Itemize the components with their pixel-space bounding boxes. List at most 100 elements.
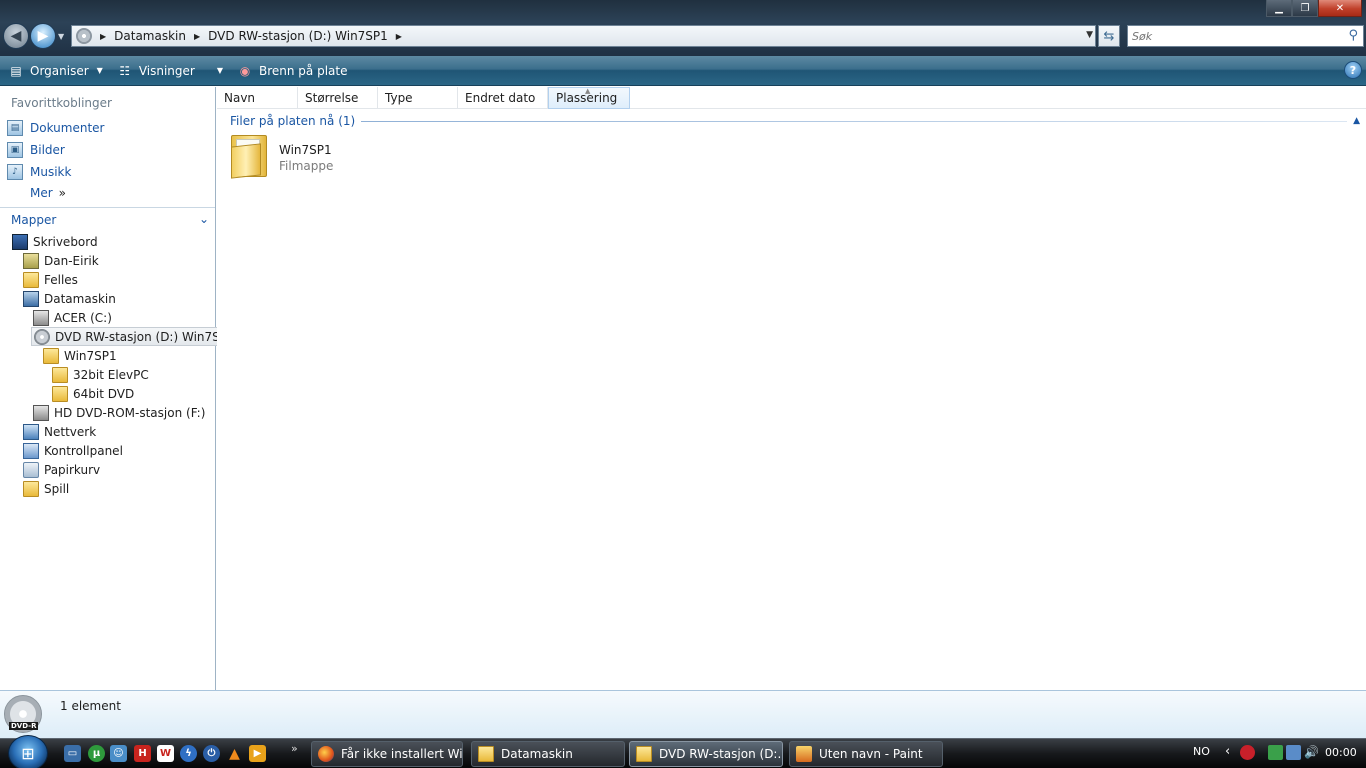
language-indicator[interactable]: NO <box>1193 745 1210 758</box>
sort-indicator-icon: ▲ <box>585 87 591 95</box>
tree-item-label: Kontrollpanel <box>44 443 123 458</box>
tree-item-32bit[interactable]: 32bit ElevPC <box>52 365 149 384</box>
tray-expand-icon[interactable]: ‹ <box>1225 744 1230 759</box>
refresh-button[interactable]: ⇆ <box>1098 25 1120 47</box>
tree-item-drive-c[interactable]: ACER (C:) <box>33 308 112 327</box>
tree-item-win7sp1[interactable]: Win7SP1 <box>43 346 117 365</box>
group-header[interactable]: Filer på platen nå (1) ▲ <box>230 113 1360 129</box>
tree-item-label: Felles <box>44 272 78 287</box>
views-icon: ☷ <box>119 63 131 78</box>
disc-icon <box>34 328 50 345</box>
tree-item-label: DVD RW-stasjon (D:) Win7SP1 <box>55 329 235 344</box>
chevron-down-icon: ▼ <box>96 66 103 75</box>
collapse-icon[interactable]: ▲ <box>1353 116 1360 126</box>
refresh-icon: ⇆ <box>1103 28 1115 44</box>
address-dropdown-icon[interactable]: ▼ <box>1086 30 1093 40</box>
clock[interactable]: 00:00 <box>1325 746 1357 759</box>
w-app-icon[interactable]: W <box>157 745 174 762</box>
taskbar-item-computer[interactable]: Datamaskin <box>471 741 625 767</box>
column-header-modified[interactable]: Endret dato <box>458 87 548 109</box>
help-button[interactable]: ? <box>1344 61 1362 79</box>
task-label: Datamaskin <box>501 747 573 761</box>
column-label: Type <box>385 91 413 105</box>
more-link[interactable]: Mer » <box>30 186 66 200</box>
column-label: Størrelse <box>305 91 359 105</box>
network-tray-icon[interactable] <box>1286 745 1301 760</box>
folder-icon <box>23 480 39 497</box>
music-icon: ♪ <box>7 164 23 180</box>
search-box[interactable]: ⚲ <box>1127 25 1364 47</box>
taskbar-item-firefox[interactable]: Får ikke installert Wi... <box>311 741 463 767</box>
tree-item-recycle-bin[interactable]: Papirkurv <box>23 460 100 479</box>
favorite-pictures[interactable]: ▣ Bilder <box>7 142 65 158</box>
organize-button[interactable]: ▤ Organiser ▼ <box>8 56 109 85</box>
task-label: DVD RW-stasjon (D:... <box>659 747 783 761</box>
h-app-icon[interactable]: H <box>134 745 151 762</box>
show-desktop-icon[interactable]: ▭ <box>64 745 81 762</box>
navigation-pane: Favorittkoblinger ▤ Dokumenter ▣ Bilder … <box>0 87 239 690</box>
views-button[interactable]: ☷ Visninger ▼ <box>117 56 229 85</box>
burn-button[interactable]: ◉ Brenn på plate <box>237 56 354 85</box>
chevron-right-icon[interactable]: ▶ <box>194 32 200 41</box>
hard-drive-icon <box>33 309 49 326</box>
favorite-music[interactable]: ♪ Musikk <box>7 164 71 180</box>
tree-item-drive-f[interactable]: HD DVD-ROM-stasjon (F:) <box>33 403 205 422</box>
tree-item-user[interactable]: Dan-Eirik <box>23 251 99 270</box>
power-icon[interactable]: ⏻ <box>203 745 220 762</box>
user-folder-icon <box>23 252 39 269</box>
firefox-icon <box>318 746 334 762</box>
breadcrumb-dvd-drive[interactable]: DVD RW-stasjon (D:) Win7SP1 <box>208 29 388 43</box>
pictures-icon: ▣ <box>7 142 23 158</box>
tree-item-control-panel[interactable]: Kontrollpanel <box>23 441 123 460</box>
start-button[interactable]: ⊞ <box>8 735 48 768</box>
details-pane: DVD-R 1 element <box>0 690 1366 738</box>
chevron-down-icon[interactable]: ▼ <box>217 66 223 75</box>
search-input[interactable] <box>1128 29 1338 43</box>
column-header-name[interactable]: Navn <box>217 87 298 109</box>
views-label: Visninger <box>138 63 195 78</box>
taskbar-item-dvd-drive[interactable]: DVD RW-stasjon (D:... <box>629 741 783 767</box>
users-icon[interactable]: ☺ <box>110 745 127 762</box>
burn-disc-icon: ◉ <box>239 63 251 78</box>
recent-pages-dropdown[interactable]: ▼ <box>58 32 64 41</box>
chevron-down-icon: ⌄ <box>198 212 209 226</box>
documents-icon: ▤ <box>7 120 23 136</box>
favorite-documents[interactable]: ▤ Dokumenter <box>7 120 104 136</box>
column-header-size[interactable]: Størrelse <box>298 87 378 109</box>
maximize-button[interactable]: ❐ <box>1292 0 1318 17</box>
chevron-right-icon[interactable]: ▶ <box>100 32 106 41</box>
tree-item-64bit[interactable]: 64bit DVD <box>52 384 134 403</box>
column-header-type[interactable]: Type <box>378 87 458 109</box>
file-item[interactable]: Win7SP1 Filmappe <box>229 131 333 179</box>
media-player-icon[interactable]: ▶ <box>249 745 266 762</box>
tree-item-dvd-drive[interactable]: DVD RW-stasjon (D:) Win7SP1 <box>31 327 239 346</box>
security-tray-icon[interactable] <box>1240 745 1255 760</box>
address-bar[interactable]: ▶ Datamaskin ▶ DVD RW-stasjon (D:) Win7S… <box>71 25 1096 47</box>
tree-item-network[interactable]: Nettverk <box>23 422 96 441</box>
volume-icon[interactable]: 🔊 <box>1304 745 1319 760</box>
breadcrumb-computer[interactable]: Datamaskin <box>114 29 186 43</box>
tree-item-games[interactable]: Spill <box>23 479 69 498</box>
tree-item-public[interactable]: Felles <box>23 270 78 289</box>
close-button[interactable]: ✕ <box>1318 0 1362 17</box>
tree-item-computer[interactable]: Datamaskin <box>23 289 116 308</box>
utorrent-icon[interactable]: µ <box>88 745 105 762</box>
folders-heading: Mapper <box>11 212 57 227</box>
tree-item-label: Skrivebord <box>33 234 98 249</box>
taskbar-item-paint[interactable]: Uten navn - Paint <box>789 741 943 767</box>
tree-item-label: ACER (C:) <box>54 310 112 325</box>
paint-icon <box>796 746 812 762</box>
tree-item-desktop[interactable]: Skrivebord <box>12 232 98 251</box>
column-header-location[interactable]: ▲ Plassering <box>548 87 630 109</box>
quicklaunch-more-icon[interactable]: » <box>291 742 298 755</box>
vlc-icon[interactable]: ▲ <box>226 745 243 762</box>
battery-tray-icon[interactable] <box>1268 745 1283 760</box>
command-bar: ▤ Organiser ▼ ☷ Visninger ▼ ◉ Brenn på p… <box>0 56 1366 86</box>
back-button[interactable]: ◀ <box>3 23 29 49</box>
search-icon[interactable]: ⚲ <box>1348 28 1358 43</box>
lightning-icon[interactable]: ϟ <box>180 745 197 762</box>
folders-header[interactable]: Mapper ⌄ <box>0 207 215 231</box>
forward-button[interactable]: ▶ <box>30 23 56 49</box>
chevron-right-icon[interactable]: ▶ <box>396 32 402 41</box>
minimize-button[interactable]: ▁ <box>1266 0 1292 17</box>
